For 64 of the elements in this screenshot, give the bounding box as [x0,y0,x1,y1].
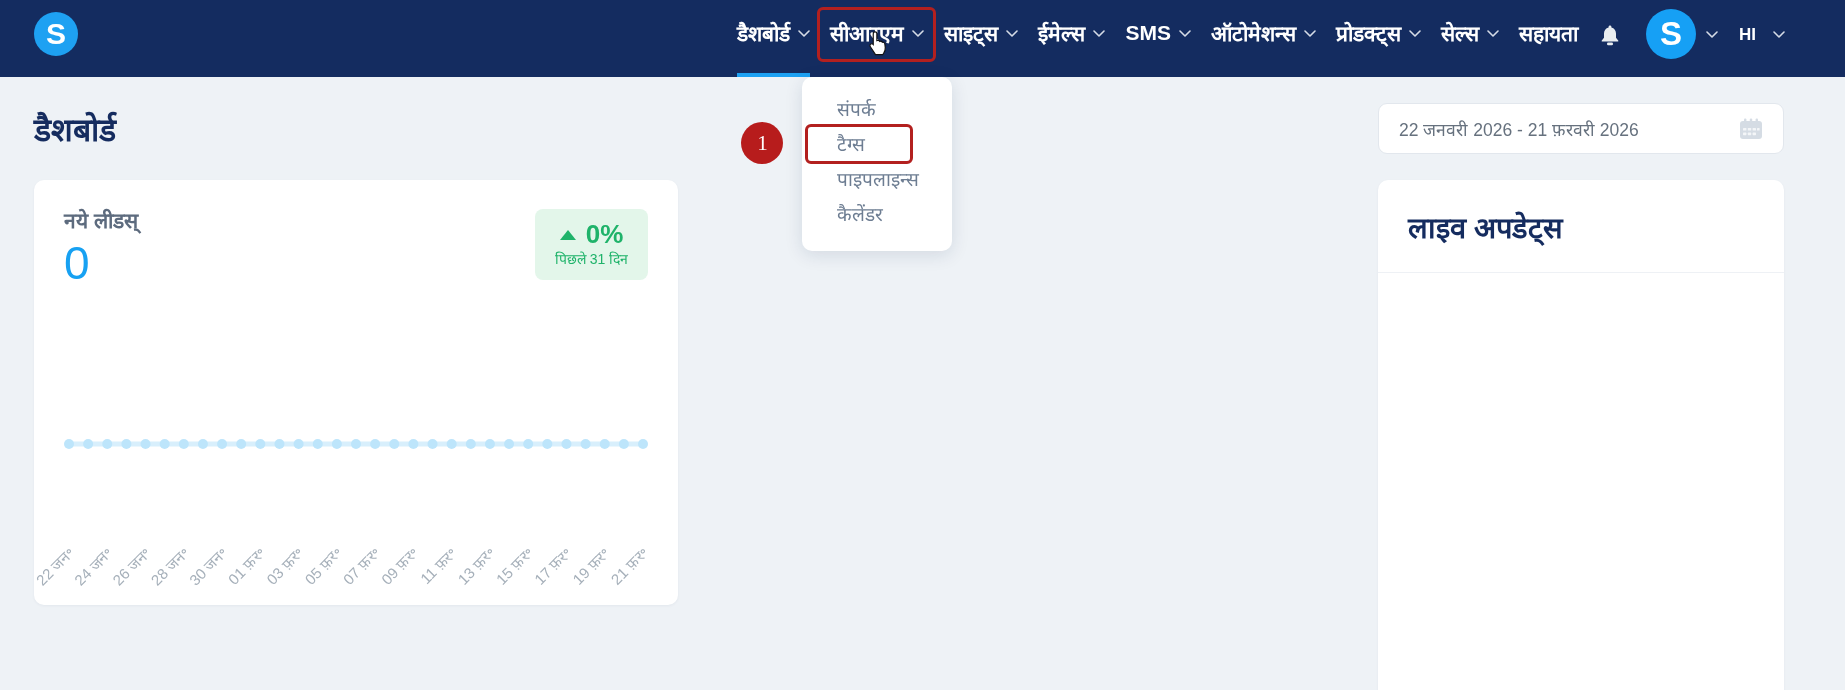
nav-menu-item[interactable]: सीआरएम [830,0,925,77]
data-point [293,439,304,449]
nav-menu-item[interactable]: ईमेल्स [1038,0,1106,77]
data-point [370,439,381,449]
chevron-down-icon [1487,29,1499,37]
data-point [638,439,648,449]
nav-menu-item[interactable]: SMS [1125,0,1191,77]
chevron-down-icon[interactable] [1773,31,1785,38]
nav-menu-item[interactable]: डैशबोर्ड [737,0,811,77]
chevron-down-icon [1179,29,1191,37]
chevron-down-icon[interactable] [1706,31,1718,38]
chevron-down-icon [798,29,811,37]
data-point [217,439,228,449]
data-point [523,439,534,449]
chevron-down-icon [1006,29,1019,37]
data-point [561,439,572,449]
language-button[interactable]: HI [1739,24,1756,45]
step-badge: 1 [741,122,784,164]
calendar-icon [1739,117,1763,140]
data-point [102,439,113,449]
nav-menu-item[interactable]: सहायता [1519,0,1578,77]
chevron-down-icon [912,29,925,37]
chevron-down-icon [1304,29,1316,37]
date-range-field[interactable]: 22 जनवरी 2026 - 21 फ़रवरी 2026 [1378,103,1784,154]
data-point [446,439,457,449]
card-title: लाइव अपडेट्स [1408,210,1564,246]
chevron-down-icon [1409,29,1421,37]
data-point [465,439,476,449]
data-point [255,439,266,449]
data-point [618,439,629,449]
nav-menu-item[interactable]: प्रोडक्ट्स [1336,0,1421,77]
nav-menu-item[interactable]: साइट्स [944,0,1019,77]
data-point [312,439,323,449]
data-point [83,439,94,449]
trend-period: पिछले 31 दिन [554,249,629,268]
data-point [274,439,285,449]
data-point [542,439,553,449]
dropdown-item[interactable]: संपर्क [837,95,877,122]
data-point [121,439,132,449]
data-point [351,439,361,449]
chevron-down-icon [1093,29,1106,37]
data-point [408,439,419,449]
data-point [599,439,610,449]
data-point [389,439,400,449]
dropdown-item[interactable]: कैलेंडर [837,200,884,227]
trend-percent: 0% [585,221,624,249]
bell-icon[interactable] [1600,23,1620,46]
data-point [197,439,208,449]
data-point [580,439,591,449]
dropdown-item[interactable]: टैग्स [837,130,866,157]
data-point [331,439,342,449]
data-point [178,439,189,449]
data-point [484,439,495,449]
data-point [236,439,247,449]
nav-menu-item[interactable]: सेल्स [1441,0,1499,77]
dropdown-item[interactable]: पाइपलाइन्स [837,165,920,192]
data-point [140,439,151,449]
data-point [159,439,170,449]
data-point [504,439,515,449]
data-point [64,439,74,449]
nav-menu-item[interactable]: ऑटोमेशन्स [1211,0,1316,77]
page-title: डैशबोर्ड [34,110,116,150]
data-point [427,439,438,449]
leads-count: 0 [64,240,90,286]
